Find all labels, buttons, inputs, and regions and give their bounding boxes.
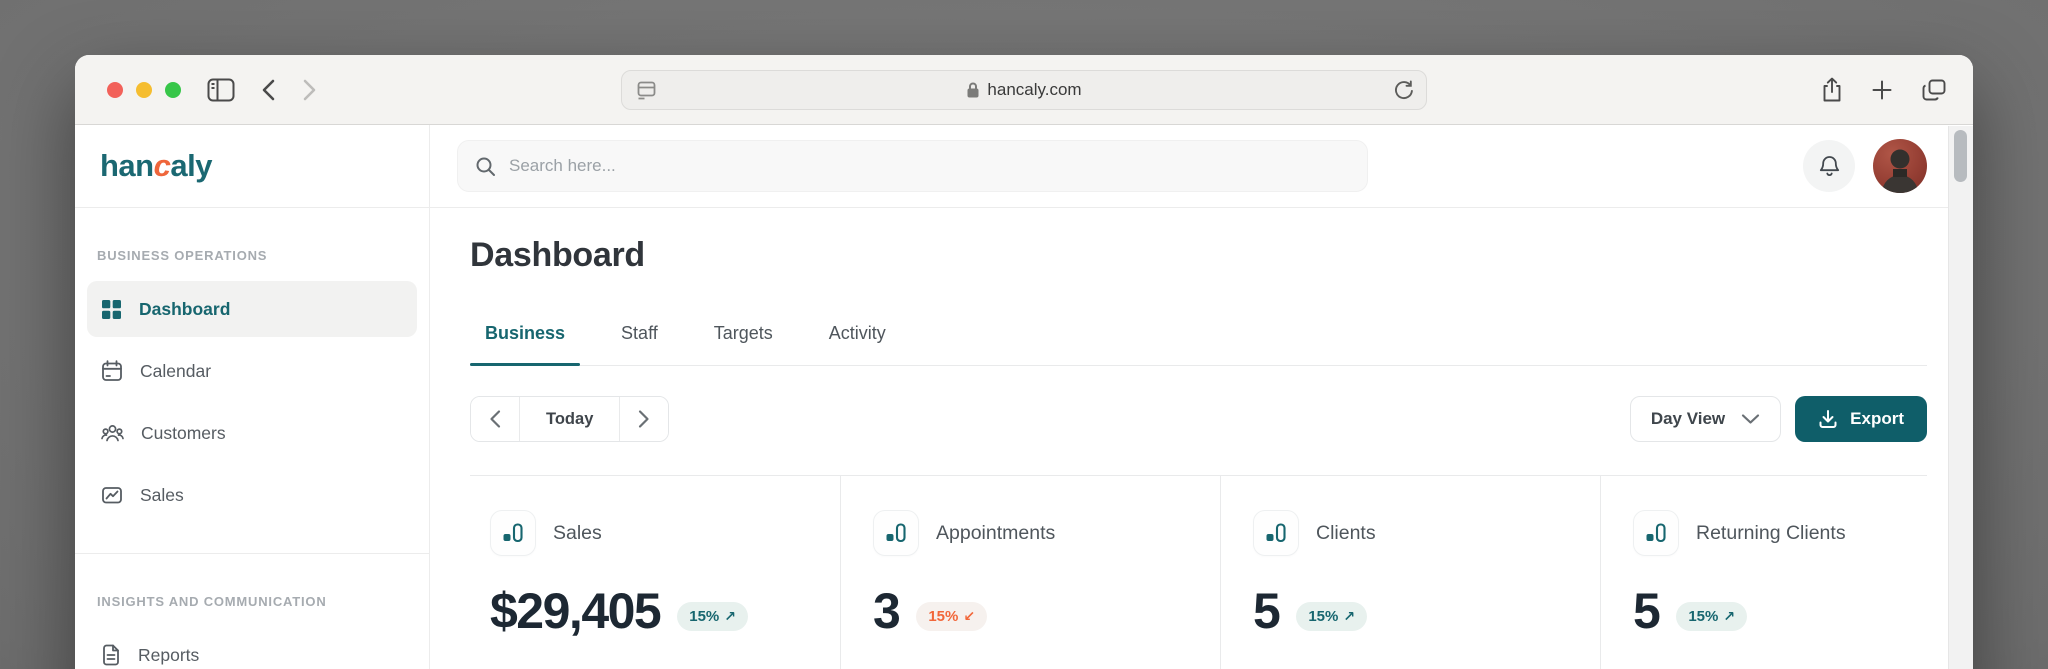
avatar-person-image bbox=[1873, 139, 1927, 193]
stat-label: Appointments bbox=[936, 522, 1055, 545]
search-icon bbox=[475, 156, 496, 177]
stat-label: Sales bbox=[553, 522, 602, 545]
search-box[interactable] bbox=[457, 140, 1368, 192]
today-button[interactable]: Today bbox=[519, 397, 620, 441]
forward-icon[interactable] bbox=[302, 78, 317, 102]
sidebar-item-calendar[interactable]: Calendar bbox=[87, 343, 417, 399]
change-badge-up: 15%↗ bbox=[677, 602, 748, 631]
url-text-group: hancaly.com bbox=[966, 80, 1081, 100]
app-shell: hancaly BUSINESS OPERATIONS Dashboard bbox=[75, 125, 1973, 669]
sidebar-item-customers[interactable]: Customers bbox=[87, 405, 417, 461]
bar-chart-icon bbox=[490, 510, 536, 556]
scrollbar-thumb[interactable] bbox=[1954, 130, 1967, 182]
trend-up-icon: ↗ bbox=[1723, 608, 1735, 625]
change-badge-up: 15%↗ bbox=[1296, 602, 1367, 631]
hancaly-logo[interactable]: hancaly bbox=[100, 148, 212, 184]
stat-label: Returning Clients bbox=[1696, 522, 1846, 545]
window-controls bbox=[107, 82, 181, 98]
people-icon bbox=[101, 422, 124, 444]
minimize-button[interactable] bbox=[136, 82, 152, 98]
stat-value: $29,405 bbox=[490, 582, 660, 640]
tab-bar: Business Staff Targets Activity bbox=[470, 323, 1927, 366]
stat-label: Clients bbox=[1316, 522, 1376, 545]
trend-up-icon: ↗ bbox=[1343, 608, 1355, 625]
bar-chart-icon bbox=[1633, 510, 1679, 556]
stat-value: 3 bbox=[873, 582, 899, 640]
sidebar-nav: BUSINESS OPERATIONS Dashboard bbox=[75, 248, 429, 669]
tab-staff[interactable]: Staff bbox=[606, 323, 673, 365]
sidebar-item-label: Reports bbox=[138, 645, 199, 666]
sidebar-item-label: Customers bbox=[141, 423, 226, 444]
bar-chart-icon bbox=[873, 510, 919, 556]
app-header bbox=[430, 125, 1973, 208]
chevron-right-icon bbox=[638, 409, 650, 429]
trend-up-icon: ↗ bbox=[724, 608, 736, 625]
next-day-button[interactable] bbox=[620, 397, 668, 441]
desktop-background: hancaly.com bbox=[0, 0, 2048, 669]
change-badge-down: 15%↙ bbox=[916, 602, 987, 631]
bar-chart-icon bbox=[1253, 510, 1299, 556]
tab-targets[interactable]: Targets bbox=[699, 323, 788, 365]
sidebar-item-label: Sales bbox=[140, 485, 184, 506]
url-text: hancaly.com bbox=[987, 80, 1081, 100]
sidebar-divider bbox=[75, 553, 429, 554]
sidebar-item-dashboard[interactable]: Dashboard bbox=[87, 281, 417, 337]
tab-business[interactable]: Business bbox=[470, 323, 580, 365]
change-badge-up: 15%↗ bbox=[1676, 602, 1747, 631]
share-icon[interactable] bbox=[1821, 77, 1843, 103]
stat-card-sales: Sales $29,405 15%↗ bbox=[470, 476, 840, 669]
section-label-insights: INSIGHTS AND COMMUNICATION bbox=[97, 594, 407, 609]
toolbar-right-group bbox=[1803, 55, 1947, 125]
stat-card-appointments: Appointments 3 15%↙ bbox=[840, 476, 1220, 669]
search-input[interactable] bbox=[509, 156, 1350, 176]
main-area: Dashboard Business Staff Targets Activit… bbox=[430, 125, 1973, 669]
tab-overview-icon[interactable] bbox=[1921, 78, 1947, 102]
previous-day-button[interactable] bbox=[471, 397, 519, 441]
lock-icon bbox=[966, 81, 980, 99]
browser-toolbar: hancaly.com bbox=[75, 55, 1973, 125]
notifications-button[interactable] bbox=[1803, 140, 1855, 192]
trend-down-icon: ↙ bbox=[963, 608, 975, 625]
sidebar: hancaly BUSINESS OPERATIONS Dashboard bbox=[75, 125, 430, 669]
back-icon[interactable] bbox=[261, 78, 276, 102]
trend-chart-icon bbox=[101, 484, 123, 506]
controls-row: Today Day View bbox=[470, 396, 1927, 476]
address-bar[interactable]: hancaly.com bbox=[621, 70, 1427, 110]
sidebar-toggle-icon[interactable] bbox=[207, 78, 235, 102]
dashboard-content: Dashboard Business Staff Targets Activit… bbox=[430, 208, 1973, 669]
stats-row: Sales $29,405 15%↗ bbox=[470, 476, 1927, 669]
sidebar-item-sales[interactable]: Sales bbox=[87, 467, 417, 523]
fullscreen-button[interactable] bbox=[165, 82, 181, 98]
document-icon bbox=[101, 644, 121, 666]
stat-value: 5 bbox=[1633, 582, 1659, 640]
sidebar-item-label: Calendar bbox=[140, 361, 211, 382]
section-label-business-operations: BUSINESS OPERATIONS bbox=[97, 248, 407, 263]
calendar-icon bbox=[101, 360, 123, 382]
bell-icon bbox=[1818, 154, 1841, 178]
chevron-left-icon bbox=[489, 409, 501, 429]
scrollbar[interactable] bbox=[1948, 126, 1973, 669]
reader-view-icon[interactable] bbox=[635, 79, 658, 107]
export-button[interactable]: Export bbox=[1795, 396, 1927, 442]
active-tab-indicator bbox=[470, 363, 580, 366]
stat-value: 5 bbox=[1253, 582, 1279, 640]
chevron-down-icon bbox=[1741, 413, 1760, 425]
avatar[interactable] bbox=[1873, 139, 1927, 193]
close-button[interactable] bbox=[107, 82, 123, 98]
stat-card-clients: Clients 5 15%↗ bbox=[1220, 476, 1600, 669]
tab-activity[interactable]: Activity bbox=[814, 323, 901, 365]
page-title: Dashboard bbox=[470, 236, 1927, 275]
browser-window: hancaly.com bbox=[75, 55, 1973, 669]
view-selector-dropdown[interactable]: Day View bbox=[1630, 396, 1781, 442]
date-navigation: Today bbox=[470, 396, 669, 442]
stat-card-returning-clients: Returning Clients 5 15%↗ bbox=[1600, 476, 1927, 669]
logo-row: hancaly bbox=[75, 125, 429, 208]
new-tab-icon[interactable] bbox=[1871, 79, 1893, 101]
sidebar-item-label: Dashboard bbox=[139, 299, 230, 320]
grid-icon bbox=[101, 299, 122, 320]
reload-icon[interactable] bbox=[1393, 79, 1415, 104]
download-icon bbox=[1818, 409, 1838, 429]
sidebar-item-reports[interactable]: Reports bbox=[87, 627, 417, 669]
